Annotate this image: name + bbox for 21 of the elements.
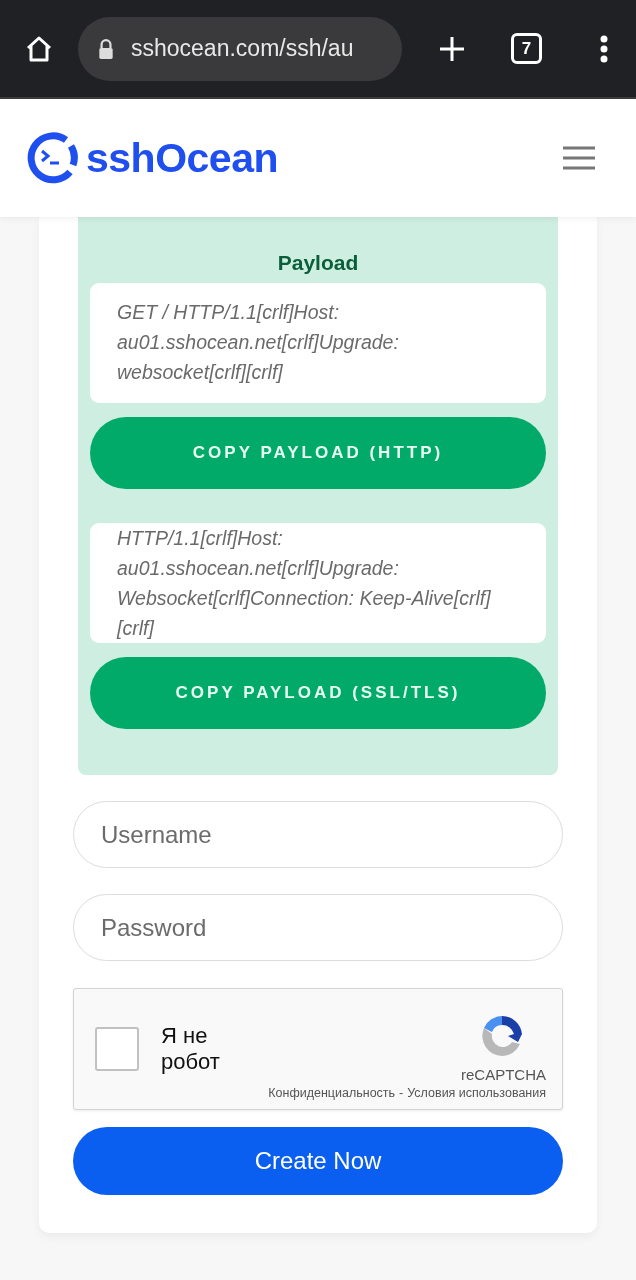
- captcha-label: Я не робот: [161, 1023, 221, 1075]
- tab-count-button[interactable]: 7: [511, 33, 542, 64]
- recaptcha-label: reCAPTCHA: [461, 1066, 546, 1083]
- more-icon[interactable]: [600, 34, 608, 63]
- url-text: sshocean.com/ssh/au: [131, 35, 354, 62]
- text-field[interactable]: Username: [73, 801, 563, 868]
- lock-icon: [98, 38, 114, 59]
- logo-text[interactable]: sshOcean: [86, 134, 278, 182]
- text-field[interactable]: Password: [73, 894, 563, 961]
- address-bar[interactable]: sshocean.com/ssh/au: [78, 16, 402, 81]
- plus-icon[interactable]: [438, 34, 466, 63]
- payload-title: Payload: [276, 251, 360, 275]
- logo-icon: [26, 132, 78, 184]
- create-now-button[interactable]: Create Now: [73, 1127, 563, 1195]
- payload-field[interactable]: HTTP/1.1[crlf]Host: au01.sshocean.net[crlf]Upgrade: Websocket[crlf]Connection: Keep-Alive[crlf][crlf]: [90, 523, 546, 643]
- captcha-checkbox[interactable]: [95, 1027, 139, 1071]
- payload-field[interactable]: GET / HTTP/1.1[crlf]Host: au01.sshocean.net[crlf]Upgrade: websocket[crlf][crlf]: [90, 283, 546, 403]
- menu-icon[interactable]: [562, 145, 596, 171]
- separator-text: -: [399, 1086, 404, 1100]
- privacy-link[interactable]: Конфиденциальность: [268, 1086, 396, 1100]
- terms-link[interactable]: Условия использования: [407, 1086, 546, 1100]
